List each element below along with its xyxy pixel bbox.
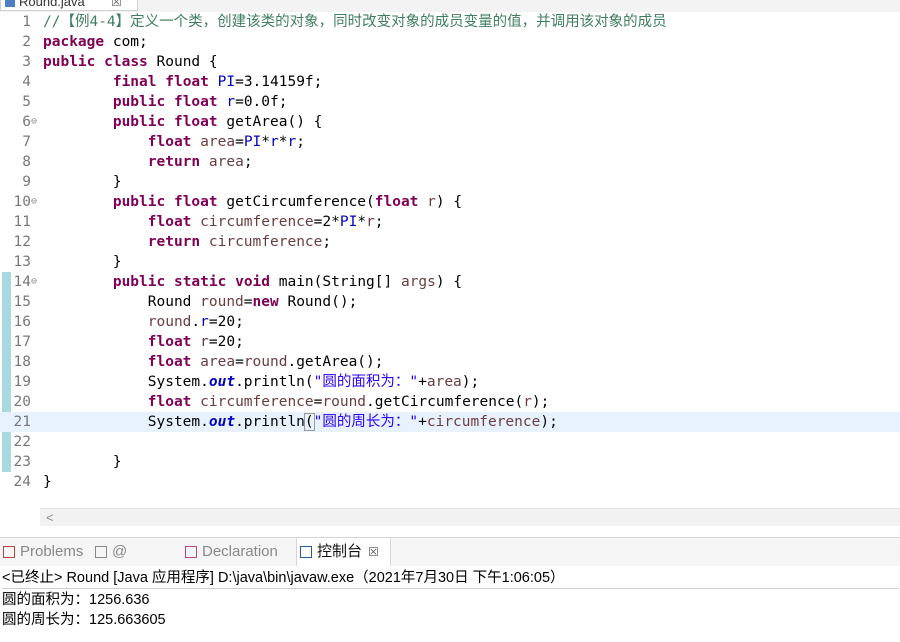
line-number: 22 <box>13 434 31 450</box>
code-text: float circumference=round.getCircumferen… <box>147 394 550 410</box>
code-text: public float r=0.0f; <box>112 94 288 110</box>
tab-problems[interactable]: Problems <box>0 538 92 566</box>
javadoc-icon <box>95 546 107 558</box>
code-line[interactable]: 12 return circumference; <box>0 232 900 252</box>
code-text: return area; <box>147 154 253 170</box>
code-line[interactable]: 6 ⊖ public float getArea() { <box>0 112 900 132</box>
line-number: 15 <box>13 294 31 310</box>
code-text: float circumference=2*PI*r; <box>147 214 384 230</box>
code-line[interactable]: 17 float r=20; <box>0 332 900 352</box>
horizontal-scrollbar[interactable]: < <box>40 508 900 526</box>
line-number: 2 <box>22 34 31 50</box>
close-icon[interactable]: ☒ <box>368 545 379 559</box>
line-number: 3 <box>22 54 31 70</box>
line-number: 13 <box>13 254 31 270</box>
code-text: //【例4-4】定义一个类，创建该类的对象，同时改变对象的成员变量的值，并调用该… <box>43 14 667 30</box>
tab-label: Declaration <box>202 543 278 560</box>
code-text: public float getCircumference(float r) { <box>112 194 463 210</box>
code-line[interactable]: 23 } <box>0 452 900 472</box>
code-line[interactable]: 18 float area=round.getArea(); <box>0 352 900 372</box>
code-line[interactable]: 24} <box>0 472 900 492</box>
line-number: 9 <box>22 174 31 190</box>
line-number: 7 <box>22 134 31 150</box>
code-line[interactable]: 2 package com; <box>0 32 900 52</box>
line-number: 18 <box>13 354 31 370</box>
line-number: 1 <box>22 14 31 30</box>
code-text: Round round=new Round(); <box>43 294 358 310</box>
line-number: 12 <box>13 234 31 250</box>
line-number: 17 <box>13 334 31 350</box>
fold-toggle-icon[interactable]: ⊖ <box>31 112 37 132</box>
tab-title: Round.java <box>19 0 85 9</box>
console-output-line: 圆的周长为：125.663605 <box>2 612 166 628</box>
code-line[interactable]: 13 } <box>0 252 900 272</box>
line-number: 8 <box>22 154 31 170</box>
line-number: 20 <box>13 394 31 410</box>
code-line[interactable]: 15 Round round=new Round(); <box>0 292 900 312</box>
line-number: 24 <box>13 474 31 490</box>
fold-toggle-icon[interactable]: ⊖ <box>31 192 37 212</box>
tab-round-java[interactable]: Round.java ☒ <box>0 0 138 11</box>
line-number: 10 <box>13 194 31 210</box>
fold-toggle-icon[interactable]: ⊖ <box>31 272 37 292</box>
code-line[interactable]: 4 final float PI=3.14159f; <box>0 72 900 92</box>
code-line[interactable]: 1 //【例4-4】定义一个类，创建该类的对象，同时改变对象的成员变量的值，并调用… <box>0 12 900 32</box>
tab-javadoc[interactable]: @ Javadoc <box>92 538 182 588</box>
tab-label: 控制台 <box>317 543 363 560</box>
tab-label: Problems <box>20 543 84 560</box>
code-text: round.r=20; <box>147 314 244 330</box>
code-editor[interactable]: < 1 //【例4-4】定义一个类，创建该类的对象，同时改变对象的成员变量的值，并… <box>0 12 900 526</box>
code-line[interactable]: 19 System.out.println("圆的面积为："+area); <box>0 372 900 392</box>
code-text: } <box>43 254 122 270</box>
code-text: float area=PI*r*r; <box>147 134 305 150</box>
code-text: float area=round.getArea(); <box>147 354 384 370</box>
java-file-icon <box>5 0 15 7</box>
line-number: 14 <box>13 274 31 290</box>
console-output-line: 圆的面积为：1256.636 <box>2 592 150 608</box>
problems-icon <box>3 546 15 558</box>
code-line[interactable]: 3 public class Round { <box>0 52 900 72</box>
line-number: 5 <box>22 94 31 110</box>
code-text: package com; <box>43 34 148 50</box>
code-line[interactable]: 14 ⊖ public static void main(String[] arg… <box>0 272 900 292</box>
line-number: 6 <box>22 114 31 130</box>
code-line[interactable]: 5 public float r=0.0f; <box>0 92 900 112</box>
tab-declaration[interactable]: Declaration <box>182 538 296 566</box>
code-line[interactable]: 20 float circumference=round.getCircumfe… <box>0 392 900 412</box>
code-line[interactable]: 11 float circumference=2*PI*r; <box>0 212 900 232</box>
code-text: System.out.println("圆的周长为："+circumferenc… <box>43 413 558 431</box>
console-header: <已终止> Round [Java 应用程序] D:\java\bin\java… <box>2 568 898 589</box>
line-number: 21 <box>13 414 31 430</box>
scroll-left-icon[interactable]: < <box>46 509 54 526</box>
code-text: public static void main(String[] args) { <box>112 274 463 290</box>
code-text: } <box>43 474 52 490</box>
code-text: public float getArea() { <box>112 114 323 130</box>
line-number: 23 <box>13 454 31 470</box>
tab-console[interactable]: 控制台 ☒ <box>296 538 391 566</box>
code-text: float r=20; <box>147 334 244 350</box>
console-view: <已终止> Round [Java 应用程序] D:\java\bin\java… <box>0 566 900 642</box>
code-line[interactable]: 21 System.out.println("圆的周长为："+circumfer… <box>0 412 900 432</box>
code-line[interactable]: 7 float area=PI*r*r; <box>0 132 900 152</box>
code-line[interactable]: 22 <box>0 432 900 452</box>
code-text: final float PI=3.14159f; <box>112 74 323 90</box>
line-number: 11 <box>13 214 31 230</box>
views-tab-bar: Problems @ Javadoc Declaration 控制台 ☒ <box>0 537 900 588</box>
code-text: return circumference; <box>147 234 332 250</box>
code-text: } <box>43 174 122 190</box>
line-number: 19 <box>13 374 31 390</box>
line-number: 4 <box>22 74 31 90</box>
code-text: } <box>43 454 122 470</box>
console-icon <box>300 546 312 558</box>
declaration-icon <box>185 546 197 558</box>
code-line[interactable]: 9 } <box>0 172 900 192</box>
line-number: 16 <box>13 314 31 330</box>
code-line[interactable]: 8 return area; <box>0 152 900 172</box>
code-text: System.out.println("圆的面积为："+area); <box>43 374 480 390</box>
code-text: public class Round { <box>43 54 218 70</box>
code-line[interactable]: 10 ⊖ public float getCircumference(float … <box>0 192 900 212</box>
code-line[interactable]: 16 round.r=20; <box>0 312 900 332</box>
close-icon[interactable]: ☒ <box>111 0 122 11</box>
